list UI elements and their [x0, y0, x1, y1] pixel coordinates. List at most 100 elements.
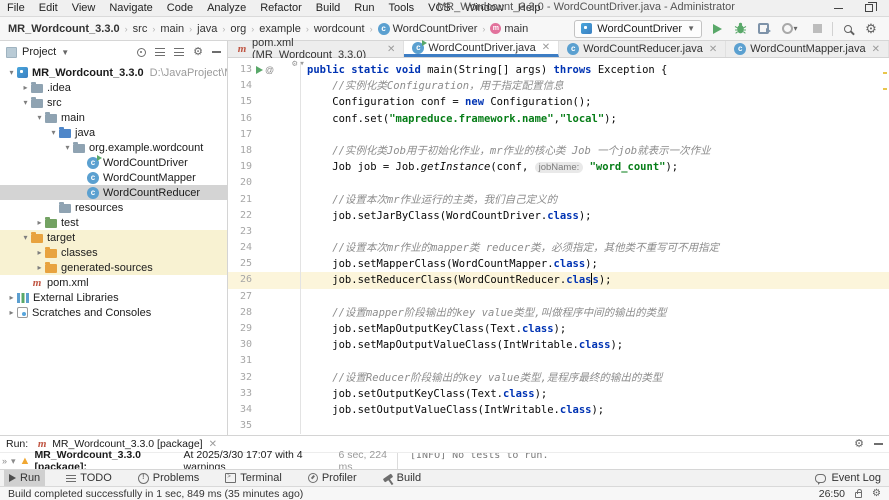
code-line[interactable]: 24 //设置本次mr作业的mapper类 reducer类，必须指定，其他类不…	[228, 240, 889, 257]
code-line[interactable]: 26 job.setReducerClass(WordCountReducer.…	[228, 272, 889, 289]
line-number[interactable]: 23	[228, 224, 252, 240]
line-number[interactable]: 25	[228, 256, 252, 272]
menu-item-run[interactable]: Run	[347, 2, 381, 14]
menu-item-file[interactable]: File	[0, 2, 32, 14]
close-icon[interactable]: ✕	[872, 44, 880, 55]
line-number[interactable]: 15	[228, 94, 252, 110]
gear-icon[interactable]: ⚙	[854, 438, 864, 451]
chevron-down-icon[interactable]: ▾	[11, 456, 16, 467]
warning-stripe-mark[interactable]	[883, 88, 887, 90]
fold-column[interactable]	[278, 386, 300, 402]
code-line[interactable]: 15 Configuration conf = new Configuratio…	[228, 94, 889, 111]
toolwindow-button-todo[interactable]: TODO	[61, 470, 117, 486]
fold-column[interactable]	[278, 289, 300, 305]
chevron-down-icon[interactable]: ▾	[20, 98, 31, 107]
tree-item-wordcountreducer[interactable]: c WordCountReducer	[0, 185, 227, 200]
settings-button[interactable]: ⚙	[863, 21, 879, 37]
tree-item-mr-wordcount-3-3-0[interactable]: ▾ MR_Wordcount_3.3.0 D:\JavaProject\MR_Wor…	[0, 65, 227, 80]
code-line[interactable]: 17	[228, 126, 889, 143]
line-number[interactable]: 30	[228, 337, 252, 353]
locate-file-icon[interactable]	[137, 47, 147, 57]
tree-item-pom-xml[interactable]: m pom.xml	[0, 275, 227, 290]
code-line[interactable]: 16 conf.set("mapreduce.framework.name","…	[228, 110, 889, 127]
close-icon[interactable]: ✕	[542, 42, 550, 53]
line-number[interactable]: 17	[228, 127, 252, 143]
chevron-right-icon[interactable]: ▸	[34, 248, 45, 257]
line-number[interactable]: 35	[228, 418, 252, 434]
line-number[interactable]: 20	[228, 175, 252, 191]
gear-icon[interactable]: ⚙	[193, 46, 203, 59]
fold-column[interactable]	[278, 256, 300, 272]
code-line[interactable]: 21 //设置本次mr作业运行的主类，我们自己定义的	[228, 191, 889, 208]
line-number[interactable]: 16	[228, 111, 252, 127]
breadcrumb-item[interactable]: java	[195, 23, 219, 35]
run-result-row[interactable]: » ▾ ▲ MR_Wordcount_3.3.0 [package]: At 2…	[0, 449, 398, 473]
toolwindow-button-profiler[interactable]: Profiler	[303, 470, 362, 486]
run-main-gutter-icon[interactable]	[256, 66, 263, 75]
code-line[interactable]: 30 job.setMapOutputValueClass(IntWritabl…	[228, 337, 889, 354]
line-number[interactable]: 27	[228, 289, 252, 305]
fold-column[interactable]	[278, 143, 300, 159]
menu-item-analyze[interactable]: Analyze	[200, 2, 253, 14]
toolwindow-button-problems[interactable]: ! Problems	[133, 470, 204, 486]
show-toolbar-icon[interactable]: »	[2, 456, 7, 466]
code-line[interactable]: 35	[228, 418, 889, 435]
code-line[interactable]: 34 job.setOutputValueClass(IntWritable.c…	[228, 401, 889, 419]
line-number[interactable]: 34	[228, 402, 252, 418]
run-console[interactable]: [INFO] No tests to run.	[398, 453, 889, 469]
line-number[interactable]: 13	[228, 62, 252, 78]
code-line[interactable]: 18 //实例化类Job用于初始化作业，mr作业的核心类 Job 一个job就表…	[228, 142, 889, 160]
menu-item-code[interactable]: Code	[160, 2, 200, 14]
minimize-icon[interactable]	[834, 7, 843, 9]
editor-tab-wordcountmapper-java[interactable]: c WordCountMapper.java ✕	[726, 41, 889, 57]
debug-button[interactable]	[732, 21, 748, 37]
fold-column[interactable]	[278, 272, 300, 288]
tree-item-resources[interactable]: resources	[0, 200, 227, 215]
breadcrumb-item[interactable]: c WordCountDriver	[376, 22, 480, 35]
tree-item-test[interactable]: ▸ test	[0, 215, 227, 230]
tree-item-external-libraries[interactable]: ▸ External Libraries	[0, 290, 227, 305]
event-log-button[interactable]: Event Log	[815, 472, 885, 485]
chevron-down-icon[interactable]: ▾	[20, 233, 31, 242]
code-line[interactable]: 20	[228, 175, 889, 192]
code-line[interactable]: 25 job.setMapperClass(WordCountMapper.cl…	[228, 256, 889, 273]
caret-position[interactable]: 26:50	[819, 488, 845, 500]
status-message[interactable]: Build completed successfully in 1 sec, 8…	[8, 488, 303, 500]
tree-item-target[interactable]: ▾ target	[0, 230, 227, 245]
fold-column[interactable]	[278, 192, 300, 208]
inspection-profile-icon[interactable]: ⚙	[872, 487, 881, 500]
code-line[interactable]: 19 Job job = Job.getInstance(conf, jobNa…	[228, 159, 889, 176]
tree-item-src[interactable]: ▾ src	[0, 95, 227, 110]
fold-column[interactable]	[278, 337, 300, 353]
close-icon[interactable]: ✕	[387, 44, 395, 55]
chevron-down-icon[interactable]: ▾	[6, 68, 17, 77]
fold-column[interactable]	[278, 111, 300, 127]
line-number[interactable]: 14	[228, 78, 252, 94]
breadcrumb-item[interactable]: main	[158, 23, 186, 35]
line-number[interactable]: 24	[228, 240, 252, 256]
tree-item-org-example-wordcount[interactable]: ▾ org.example.wordcount	[0, 140, 227, 155]
menu-item-navigate[interactable]: Navigate	[102, 2, 159, 14]
chevron-down-icon[interactable]: ▾	[34, 113, 45, 122]
toolwindow-button-run[interactable]: Run	[4, 470, 46, 486]
hide-panel-icon[interactable]	[212, 51, 221, 53]
coverage-button[interactable]	[755, 21, 771, 37]
line-number[interactable]: 28	[228, 305, 252, 321]
line-number[interactable]: 32	[228, 370, 252, 386]
code-line[interactable]: 29 job.setMapOutputKeyClass(Text.class);	[228, 321, 889, 338]
close-icon[interactable]: ✕	[209, 439, 217, 450]
menu-item-edit[interactable]: Edit	[32, 2, 65, 14]
collapse-all-icon[interactable]	[174, 48, 185, 56]
editor-tab-wordcountreducer-java[interactable]: c WordCountReducer.java ✕	[559, 41, 727, 57]
code-line[interactable]: 33 job.setOutputKeyClass(Text.class);	[228, 385, 889, 402]
chevron-right-icon[interactable]: ▸	[20, 83, 31, 92]
close-icon[interactable]: ✕	[709, 44, 717, 55]
code-line[interactable]: 32 //设置Reducer阶段输出的key value类型,是程序最终的输出的…	[228, 369, 889, 386]
fold-column[interactable]	[278, 159, 300, 175]
fold-column[interactable]	[278, 208, 300, 224]
tree-item-wordcountdriver[interactable]: c WordCountDriver	[0, 154, 227, 170]
breadcrumb-item[interactable]: MR_Wordcount_3.3.0	[6, 23, 122, 35]
line-number[interactable]: 22	[228, 208, 252, 224]
chevron-down-icon[interactable]: ▾	[62, 143, 73, 152]
tree-item--idea[interactable]: ▸ .idea	[0, 80, 227, 95]
